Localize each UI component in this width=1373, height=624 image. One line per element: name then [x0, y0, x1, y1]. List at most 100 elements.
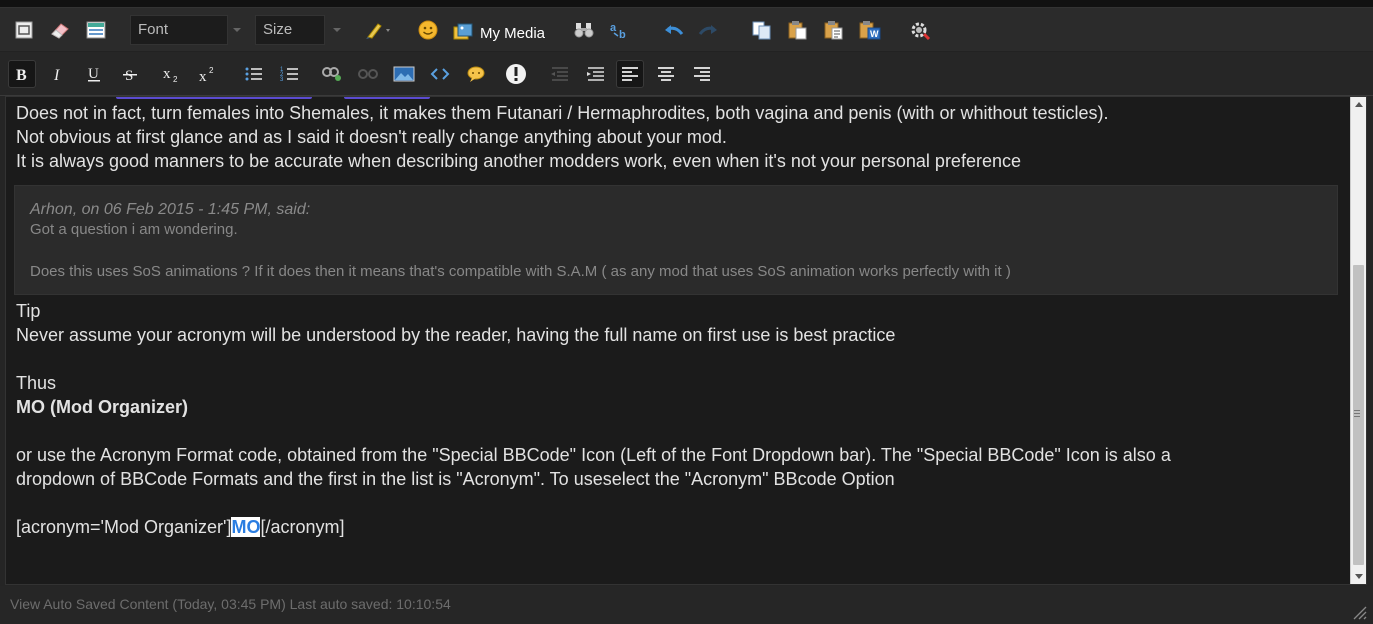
eraser-icon	[51, 23, 69, 39]
bullet-list-button[interactable]	[240, 60, 268, 88]
text-line: It is always good manners to be accurate…	[16, 151, 1021, 171]
superscript-button[interactable]: x2	[194, 60, 222, 88]
thus-text: Thus	[16, 373, 57, 393]
outdent-icon	[551, 67, 568, 81]
acronym-close-tag: [/acronym]	[260, 517, 345, 537]
gear-icon	[911, 22, 931, 41]
svg-text:x: x	[199, 69, 207, 83]
align-center-icon	[658, 67, 674, 81]
quote-button[interactable]	[462, 60, 490, 88]
align-left-icon	[622, 67, 638, 81]
paste-word-button[interactable]: W	[856, 16, 884, 44]
svg-text:x: x	[163, 66, 171, 82]
copy-button[interactable]	[748, 16, 776, 44]
scrollbar-thumb[interactable]	[1353, 265, 1364, 565]
scroll-up-arrow-icon[interactable]	[1355, 102, 1363, 107]
svg-text:b: b	[619, 29, 626, 40]
my-media-button[interactable]: My Media	[452, 22, 545, 44]
align-right-button[interactable]	[688, 60, 716, 88]
editor-status-bar: View Auto Saved Content (Today, 03:45 PM…	[0, 586, 1373, 624]
svg-text:3: 3	[280, 77, 284, 83]
editor-text[interactable]: Does not in fact, turn females into Shem…	[14, 101, 1346, 539]
svg-text:W: W	[870, 29, 879, 39]
unlink-button[interactable]	[354, 60, 382, 88]
editor-content-area[interactable]: Does not in fact, turn females into Shem…	[5, 96, 1367, 585]
svg-text:2: 2	[209, 66, 214, 75]
emoticon-button[interactable]	[414, 16, 442, 44]
resize-grip-icon[interactable]	[1351, 604, 1367, 620]
paint-brush-icon	[366, 23, 390, 39]
text-line: Not obvious at first glance and as I sai…	[16, 127, 727, 147]
quote-text-line: Got a question i am wondering.	[30, 221, 238, 238]
size-chevron-down-icon[interactable]	[333, 28, 341, 32]
bold-button[interactable]: B	[8, 60, 36, 88]
code-icon	[430, 68, 450, 80]
italic-button[interactable]: I	[44, 60, 72, 88]
font-dropdown[interactable]: Font	[130, 15, 228, 45]
size-dropdown[interactable]: Size	[255, 15, 325, 45]
scroll-down-arrow-icon[interactable]	[1355, 574, 1363, 579]
align-right-icon	[694, 67, 710, 81]
subscript-button[interactable]: x2	[158, 60, 186, 88]
insert-link-button[interactable]	[318, 60, 346, 88]
outdent-button[interactable]	[546, 60, 574, 88]
font-dropdown-label: Font	[138, 21, 169, 38]
acronym-code-line: [acronym='Mod Organizer']MO[/acronym]	[16, 515, 1346, 539]
redo-button[interactable]	[694, 16, 722, 44]
paste-icon	[788, 21, 807, 40]
superscript-icon: x2	[199, 66, 214, 83]
quote-bubble-icon	[467, 66, 485, 82]
redo-icon	[698, 25, 717, 35]
settings-button[interactable]	[906, 16, 934, 44]
svg-text:I: I	[53, 67, 60, 83]
top-strip	[0, 0, 1373, 8]
exclamation-icon	[506, 64, 526, 84]
find-button[interactable]	[570, 16, 598, 44]
special-bbcode-icon	[15, 21, 33, 39]
svg-text:U: U	[88, 66, 99, 82]
text-color-button[interactable]	[364, 16, 392, 44]
binoculars-icon	[574, 23, 594, 38]
spoiler-button[interactable]	[502, 60, 530, 88]
special-bbcode-button[interactable]	[10, 16, 38, 44]
align-left-button[interactable]	[616, 60, 644, 88]
source-view-icon	[86, 21, 106, 39]
auto-save-status-link[interactable]: View Auto Saved Content (Today, 03:45 PM…	[10, 596, 451, 612]
insert-image-button[interactable]	[390, 60, 418, 88]
mo-bold-text: MO (Mod Organizer)	[16, 397, 188, 417]
unlink-icon	[358, 69, 378, 79]
numbered-list-icon: 123	[280, 67, 298, 83]
acronym-instruction-line: or use the Acronym Format code, obtained…	[16, 445, 1171, 465]
smiley-icon	[418, 20, 438, 40]
cut-off-link-underline	[344, 97, 430, 99]
editor-toolbar-row-1: Font Size My Media ab W	[0, 8, 1373, 52]
code-button[interactable]	[426, 60, 454, 88]
strikethrough-button[interactable]: S	[116, 60, 144, 88]
numbered-list-button[interactable]: 123	[276, 60, 304, 88]
editor-scrollbar[interactable]	[1350, 97, 1366, 584]
paste-text-button[interactable]	[820, 16, 848, 44]
remove-format-button[interactable]	[46, 16, 74, 44]
replace-button[interactable]: ab	[606, 16, 634, 44]
find-replace-icon: ab	[610, 22, 626, 40]
undo-button[interactable]	[660, 16, 688, 44]
quote-text-line: Does this uses SoS animations ? If it do…	[30, 263, 1011, 280]
underline-icon: U	[88, 66, 100, 82]
cut-off-link-underline	[116, 97, 312, 99]
paste-text-icon	[824, 21, 843, 40]
selected-text[interactable]: MO	[231, 517, 261, 537]
svg-text:a: a	[610, 22, 617, 34]
underline-button[interactable]: U	[80, 60, 108, 88]
indent-button[interactable]	[582, 60, 610, 88]
text-line: Does not in fact, turn females into Shem…	[16, 103, 1109, 123]
image-icon	[393, 66, 415, 82]
font-chevron-down-icon[interactable]	[233, 28, 241, 32]
align-center-button[interactable]	[652, 60, 680, 88]
undo-icon	[665, 25, 684, 35]
quote-citation: Arhon, on 06 Feb 2015 - 1:45 PM, said:	[30, 201, 311, 218]
toggle-source-button[interactable]	[82, 16, 110, 44]
italic-icon: I	[53, 67, 60, 83]
paste-button[interactable]	[784, 16, 812, 44]
copy-icon	[752, 21, 771, 40]
tip-text: Never assume your acronym will be unders…	[16, 325, 896, 345]
